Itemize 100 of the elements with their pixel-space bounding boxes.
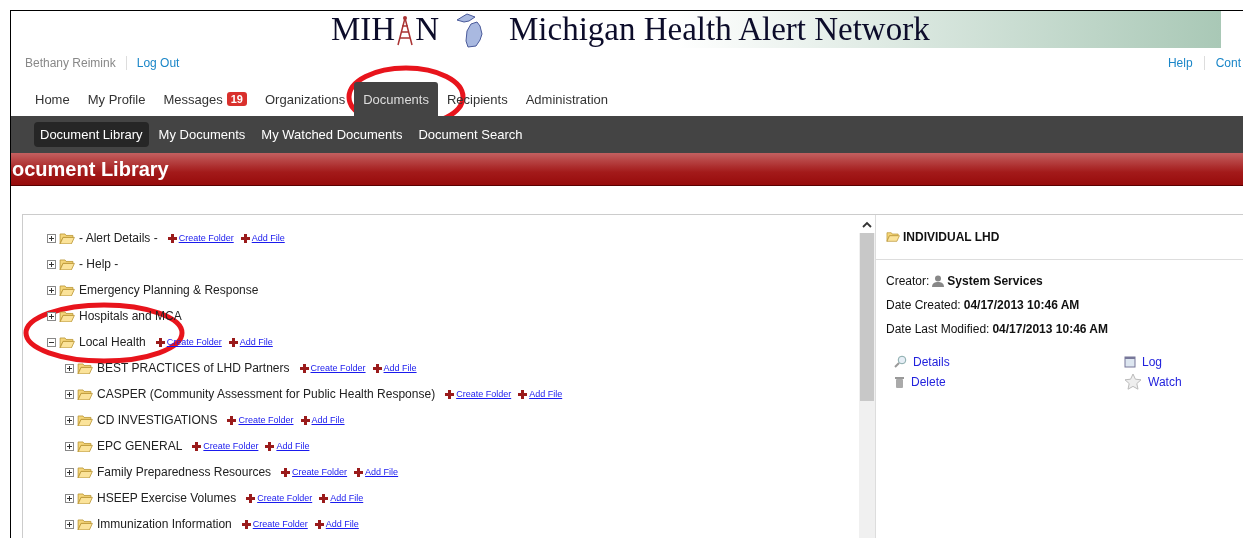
folder-icon — [59, 231, 75, 245]
create-folder-link[interactable]: Create Folder — [456, 389, 512, 399]
nav-tab[interactable]: Home — [26, 82, 79, 116]
expand-icon[interactable] — [65, 493, 74, 503]
create-folder-link[interactable]: Create Folder — [203, 441, 259, 451]
folder-title: INDIVIDUAL LHD — [903, 230, 1000, 244]
plus-icon — [518, 389, 528, 399]
collapse-icon[interactable] — [47, 337, 56, 347]
plus-icon — [155, 337, 165, 347]
folder-label[interactable]: EPC GENERAL — [97, 439, 183, 453]
scroll-thumb[interactable] — [860, 233, 874, 401]
folder-label[interactable]: HSEEP Exercise Volumes — [97, 491, 237, 505]
expand-icon[interactable] — [47, 259, 56, 269]
sub-nav-tab[interactable]: My Documents — [152, 122, 252, 147]
create-folder-link[interactable]: Create Folder — [257, 493, 313, 503]
field-value: System Services — [947, 274, 1043, 288]
plus-icon — [299, 363, 309, 373]
add-file-link[interactable]: Add File — [365, 467, 399, 477]
add-file-link[interactable]: Add File — [529, 389, 563, 399]
folder-icon — [77, 517, 93, 531]
plus-icon — [354, 467, 364, 477]
folder-label[interactable]: CASPER (Community Assessment for Public Health Response) — [97, 387, 436, 401]
folder-label[interactable]: BEST PRACTICES of LHD Partners — [97, 361, 290, 375]
plus-icon — [319, 493, 329, 503]
logo-text: MIH — [331, 13, 396, 46]
header-link[interactable]: Help — [1156, 56, 1204, 70]
delete-link[interactable]: Delete — [894, 373, 1124, 390]
nav-tab-label: Administration — [525, 91, 609, 107]
expand-icon[interactable] — [65, 363, 74, 373]
sub-nav-tab[interactable]: My Watched Documents — [255, 122, 409, 147]
log-link[interactable]: Log — [1124, 353, 1243, 370]
plus-icon — [227, 415, 237, 425]
expand-icon[interactable] — [47, 311, 56, 321]
logo-text: N — [415, 13, 439, 46]
field-label: Date Last Modified: — [886, 322, 990, 336]
nav-tab[interactable]: Organizations — [256, 82, 355, 116]
create-folder-link[interactable]: Create Folder — [238, 415, 294, 425]
folder-icon — [77, 361, 93, 375]
create-folder-link[interactable]: Create Folder — [178, 233, 234, 243]
expand-icon[interactable] — [47, 233, 56, 243]
plus-icon — [167, 233, 177, 243]
expand-icon[interactable] — [65, 467, 74, 477]
details-link[interactable]: Details — [894, 353, 1124, 370]
folder-icon — [59, 283, 75, 297]
expand-icon[interactable] — [65, 441, 74, 451]
user-name: Bethany Reimink — [25, 56, 127, 70]
field-label: Creator: — [886, 274, 930, 288]
create-folder-link[interactable]: Create Folder — [252, 519, 308, 529]
plus-icon — [228, 337, 238, 347]
field-value: 04/17/2013 10:46 AM — [963, 298, 1080, 312]
scroll-up-icon[interactable] — [859, 215, 875, 233]
folder-icon — [886, 231, 900, 243]
plus-icon — [314, 519, 324, 529]
plus-icon — [265, 441, 275, 451]
folder-label[interactable]: Emergency Planning & Response — [79, 283, 259, 297]
star-icon — [1124, 373, 1142, 390]
create-folder-link[interactable]: Create Folder — [292, 467, 348, 477]
folder-label[interactable]: Immunization Information — [97, 517, 232, 531]
nav-tab[interactable]: Messages 19 — [154, 82, 256, 116]
plus-icon — [372, 363, 382, 373]
search-icon — [894, 355, 907, 368]
sub-nav-tab[interactable]: Document Library — [34, 122, 149, 147]
add-file-link[interactable]: Add File — [383, 363, 417, 373]
folder-icon — [77, 387, 93, 401]
add-file-link[interactable]: Add File — [276, 441, 310, 451]
folder-label[interactable]: CD INVESTIGATIONS — [97, 413, 218, 427]
add-file-link[interactable]: Add File — [311, 415, 345, 425]
watch-link[interactable]: Watch — [1124, 373, 1243, 390]
plus-icon — [300, 415, 310, 425]
nav-tab[interactable]: Documents — [354, 82, 438, 116]
expand-icon[interactable] — [65, 415, 74, 425]
expand-icon[interactable] — [65, 389, 74, 399]
folder-label[interactable]: Local Health — [79, 335, 146, 349]
add-file-link[interactable]: Add File — [239, 337, 273, 347]
field-value: 04/17/2013 10:46 AM — [992, 322, 1109, 336]
plus-icon — [192, 441, 202, 451]
create-folder-link[interactable]: Create Folder — [310, 363, 366, 373]
nav-tab-label: Organizations — [265, 91, 346, 107]
add-file-link[interactable]: Add File — [330, 493, 364, 503]
plus-icon — [445, 389, 455, 399]
document-icon — [1124, 355, 1136, 368]
expand-icon[interactable] — [47, 285, 56, 295]
folder-icon — [59, 257, 75, 271]
nav-tab-label: Documents — [363, 91, 429, 107]
folder-icon — [59, 335, 75, 349]
add-file-link[interactable]: Add File — [325, 519, 359, 529]
folder-label[interactable]: Family Preparedness Resources — [97, 465, 272, 479]
folder-icon — [77, 413, 93, 427]
expand-icon[interactable] — [65, 519, 74, 529]
add-file-link[interactable]: Add File — [251, 233, 285, 243]
logout-link[interactable]: Log Out — [126, 56, 190, 70]
person-icon — [932, 275, 945, 287]
plus-icon — [281, 467, 291, 477]
nav-tab[interactable]: My Profile — [78, 82, 155, 116]
sub-nav-tab[interactable]: Document Search — [412, 122, 529, 147]
field-label: Date Created: — [886, 298, 961, 312]
header-link[interactable]: Cont — [1203, 56, 1241, 70]
folder-label[interactable]: - Help - — [79, 257, 119, 271]
folder-label[interactable]: - Alert Details - — [79, 231, 158, 245]
nav-tab[interactable]: Administration — [516, 82, 618, 116]
